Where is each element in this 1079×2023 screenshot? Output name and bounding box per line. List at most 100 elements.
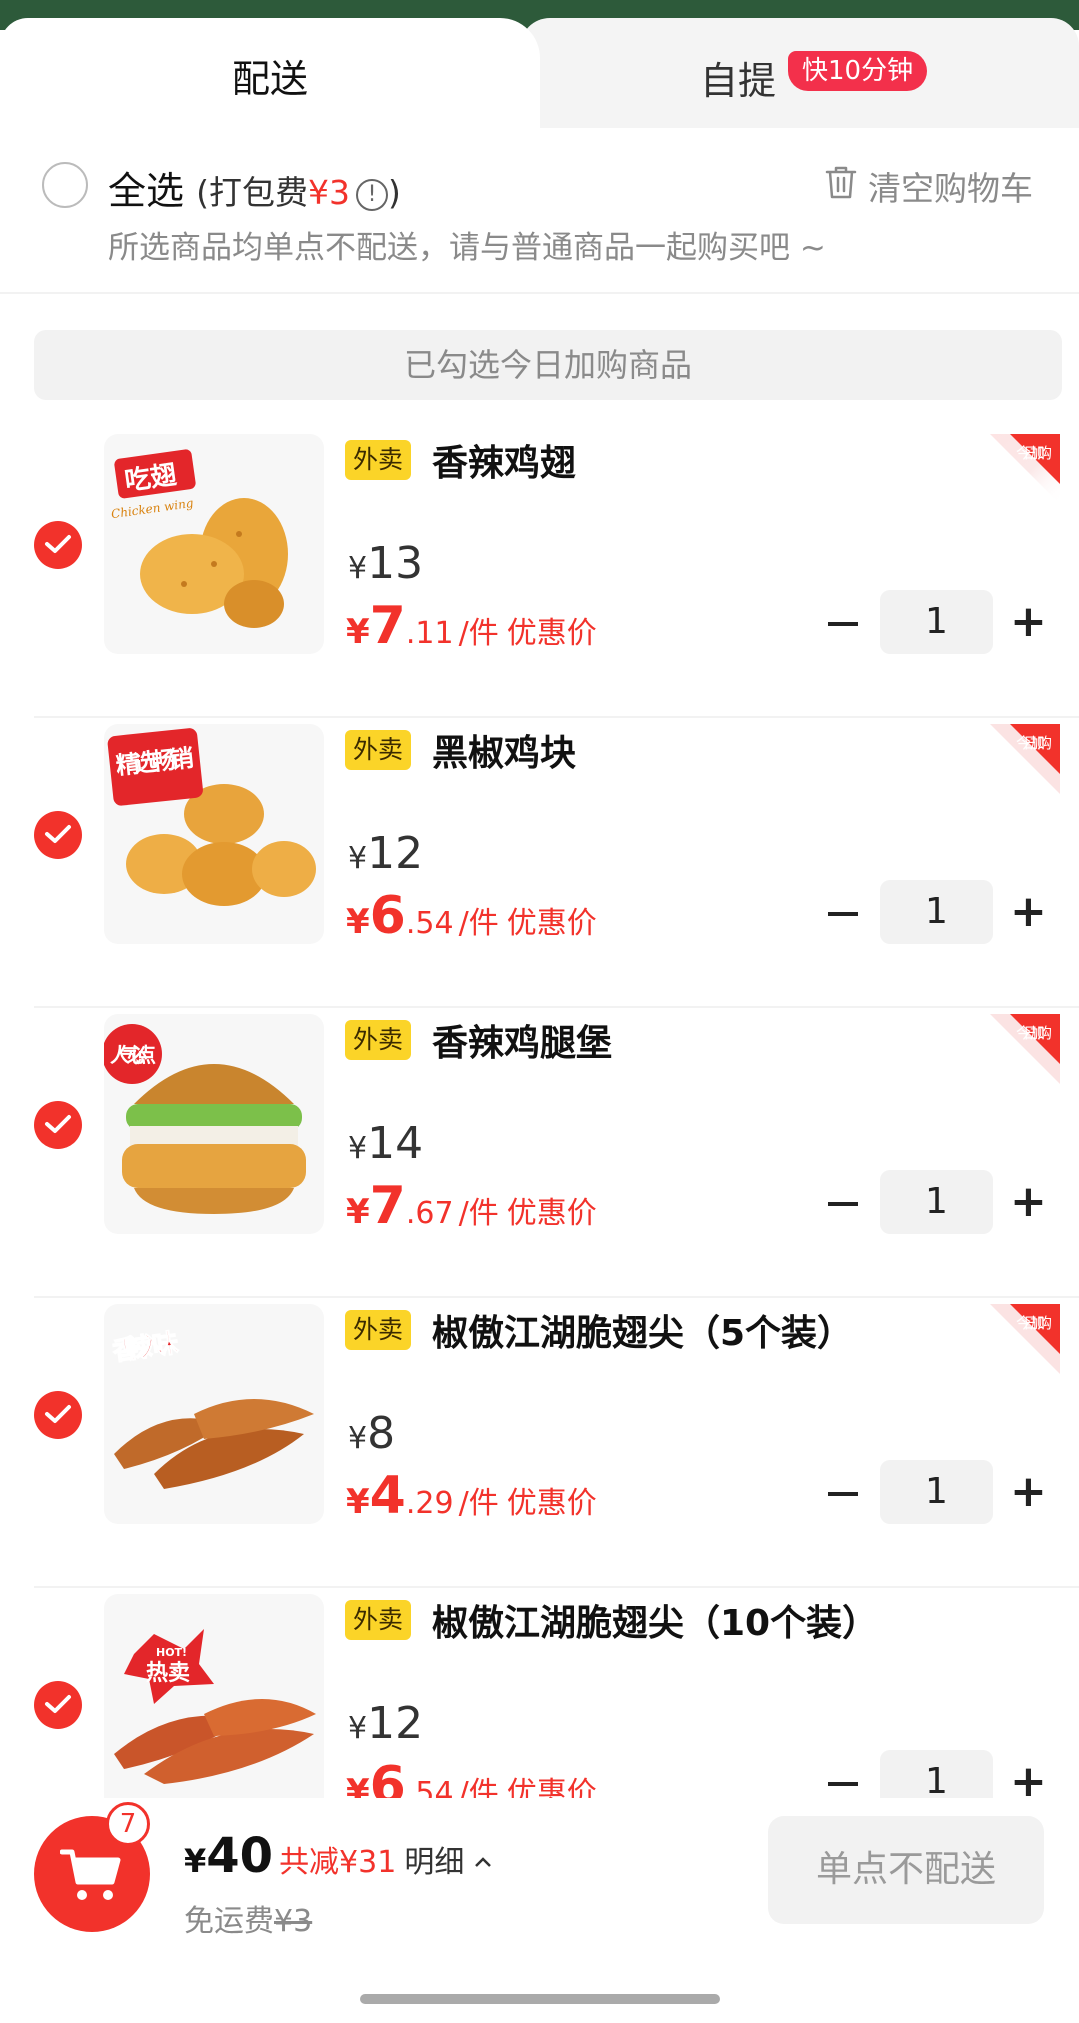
decrement-button[interactable] [828, 1202, 858, 1206]
deal-price-dec: .67 [405, 1196, 454, 1231]
decrement-button[interactable] [828, 912, 858, 916]
product-image[interactable]: 香辣入味 [104, 1304, 324, 1524]
deal-currency: ¥ [346, 612, 370, 652]
home-indicator [360, 1994, 720, 2004]
currency-symbol: ¥ [348, 1131, 368, 1166]
increment-button[interactable]: + [1010, 890, 1047, 934]
deal-price-dec: .29 [405, 1486, 454, 1521]
product-image[interactable]: 吃翅 Chicken wing [104, 434, 324, 654]
product-name[interactable]: 椒傲江湖脆翅尖（5个装） [432, 1304, 853, 1356]
quantity-field[interactable]: 1 [880, 1460, 993, 1524]
increment-button[interactable]: + [1010, 1180, 1047, 1224]
quantity-field[interactable]: 1 [880, 1750, 993, 1798]
increment-button[interactable]: + [1010, 600, 1047, 644]
item-check-icon[interactable] [34, 811, 82, 859]
thumb-badge-subtext: HOT! [156, 1646, 187, 1659]
corner-ribbon: 今日加购 [990, 1014, 1060, 1084]
corner-ribbon-text: 今日加购 [1016, 444, 1052, 462]
deal-price-int: 7 [369, 1176, 406, 1236]
deal-price: ¥6.54 /件 优惠价 [346, 1756, 597, 1798]
total-price: ¥40 共减¥31 明细 [184, 1828, 492, 1884]
deal-currency: ¥ [346, 1772, 370, 1798]
takeaway-tag: 外卖 [345, 730, 412, 770]
tab-bar: 配送 自提 快10分钟 [0, 18, 1079, 128]
original-price-value: 12 [367, 828, 424, 879]
pickup-speed-badge: 快10分钟 [788, 51, 928, 91]
shipping-info: 免运费¥3 [184, 1896, 312, 1940]
thumb-badge-text: 香辣入味 [111, 1327, 181, 1367]
total-value: 40 [206, 1828, 274, 1884]
info-icon[interactable]: ! [355, 179, 388, 211]
quantity-field[interactable]: 1 [880, 1170, 993, 1234]
takeaway-tag: 外卖 [345, 1020, 412, 1060]
decrement-button[interactable] [828, 622, 858, 626]
product-name[interactable]: 香辣鸡翅 [432, 434, 576, 486]
deal-unit: /件 [458, 616, 499, 651]
select-all-label: 全选 [108, 169, 185, 213]
takeaway-tag: 外卖 [345, 1310, 412, 1350]
detail-label: 明细 [404, 1845, 465, 1880]
item-check-icon[interactable] [34, 1101, 82, 1149]
checkout-button[interactable]: 单点不配送 [768, 1816, 1044, 1924]
corner-ribbon-text: 今日加购 [1016, 734, 1052, 752]
product-image[interactable]: HOT! 热卖 [104, 1594, 324, 1798]
corner-ribbon: 今日加购 [990, 434, 1060, 504]
cart-item-list: 吃翅 Chicken wing 外卖 香辣鸡翅 今日加购 ¥13 ¥7.11 /… [0, 428, 1079, 1798]
select-all-checkbox[interactable] [42, 162, 88, 208]
list-item: HOT! 热卖 外卖 椒傲江湖脆翅尖（10个装） ¥12 ¥6.54 /件 优惠价… [0, 1588, 1079, 1798]
deal-price-dec: .54 [405, 1776, 454, 1798]
list-item: 人气必点 外卖 香辣鸡腿堡 今日加购 ¥14 ¥7.67 /件 优惠价 1 + [0, 1008, 1079, 1298]
decrement-button[interactable] [828, 1782, 858, 1786]
packing-fee-prefix: (打包费 [196, 173, 308, 212]
original-price-value: 8 [367, 1408, 396, 1459]
select-all-row[interactable]: 全选 (打包费¥3!) [108, 160, 401, 215]
product-image[interactable]: 人气必点 [104, 1014, 324, 1234]
takeaway-tag: 外卖 [345, 1600, 412, 1640]
chevron-up-icon [474, 1841, 492, 1876]
deal-currency: ¥ [346, 1192, 370, 1232]
clear-cart-button[interactable]: 清空购物车 [824, 162, 1033, 210]
product-name[interactable]: 香辣鸡腿堡 [432, 1014, 612, 1066]
packing-fee-value: ¥3 [307, 173, 350, 212]
currency-symbol: ¥ [348, 841, 368, 876]
tab-pickup-label: 自提 [700, 59, 777, 103]
deal-label: 优惠价 [506, 1196, 597, 1231]
original-price: ¥8 [348, 1408, 395, 1459]
corner-ribbon: 今日加购 [990, 724, 1060, 794]
tab-delivery-label: 配送 [231, 57, 308, 101]
quantity-field[interactable]: 1 [880, 880, 993, 944]
added-today-banner: 已勾选今日加购商品 [34, 330, 1062, 400]
thumb-badge-text: 热卖 [146, 1660, 190, 1686]
deal-price: ¥7.67 /件 优惠价 [346, 1176, 597, 1236]
clear-cart-label: 清空购物车 [868, 169, 1033, 208]
deal-unit: /件 [458, 1196, 499, 1231]
deal-unit: /件 [458, 906, 499, 941]
item-check-icon[interactable] [34, 1681, 82, 1729]
deal-currency: ¥ [346, 1482, 370, 1522]
total-saved: 共减¥31 [279, 1845, 397, 1880]
product-image[interactable]: 精选畅销 [104, 724, 324, 944]
product-name[interactable]: 黑椒鸡块 [432, 724, 576, 776]
increment-button[interactable]: + [1010, 1470, 1047, 1514]
original-price-value: 12 [367, 1698, 424, 1749]
thumb-badge-subtext: Chicken wing [110, 496, 194, 521]
deal-label: 优惠价 [506, 1776, 597, 1798]
list-item: 精选畅销 外卖 黑椒鸡块 今日加购 ¥12 ¥6.54 /件 优惠价 1 + [0, 718, 1079, 1008]
increment-button[interactable]: + [1010, 1760, 1047, 1799]
deal-price-int: 6 [369, 1756, 406, 1798]
corner-ribbon: 今日加购 [990, 1304, 1060, 1374]
decrement-button[interactable] [828, 1492, 858, 1496]
delivery-notice: 所选商品均单点不配送，请与普通商品一起购买吧 ~ [108, 230, 826, 266]
quantity-field[interactable]: 1 [880, 590, 993, 654]
total-currency: ¥ [184, 1842, 207, 1880]
deal-price-int: 7 [369, 596, 406, 656]
list-item: 香辣入味 外卖 椒傲江湖脆翅尖（5个装） 今日加购 ¥8 ¥4.29 /件 优惠价… [0, 1298, 1079, 1588]
detail-toggle[interactable]: 明细 [404, 1845, 492, 1880]
deal-label: 优惠价 [506, 1486, 597, 1521]
item-check-icon[interactable] [34, 521, 82, 569]
currency-symbol: ¥ [348, 1421, 368, 1456]
original-price: ¥12 [348, 828, 423, 879]
cart-count-badge: 7 [106, 1802, 150, 1846]
product-name[interactable]: 椒傲江湖脆翅尖（10个装） [432, 1594, 878, 1646]
item-check-icon[interactable] [34, 1391, 82, 1439]
